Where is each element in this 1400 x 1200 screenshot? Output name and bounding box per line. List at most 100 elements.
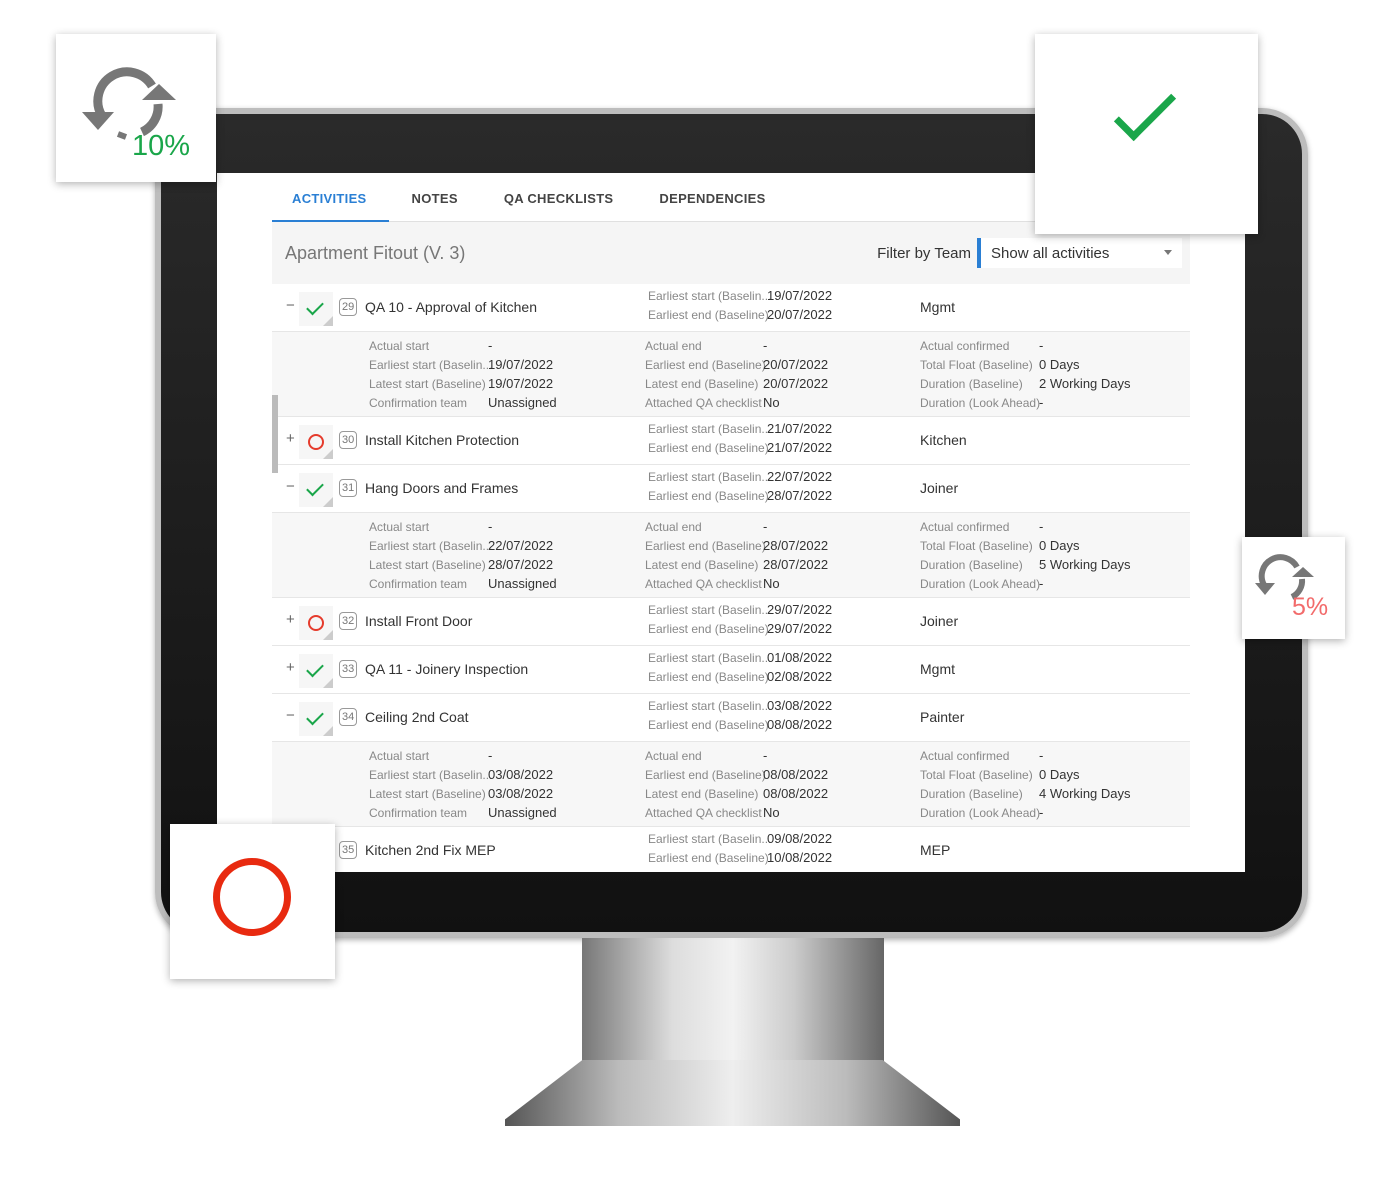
- caret-down-icon: [1164, 250, 1172, 259]
- field-label: Latest start (Baseline): [369, 558, 486, 572]
- status-button[interactable]: [299, 702, 333, 736]
- activity-name: Install Front Door: [365, 613, 473, 629]
- field-label: Latest end (Baseline): [645, 377, 759, 391]
- field-label: Total Float (Baseline): [920, 358, 1033, 372]
- activity-id-badge: 32: [339, 612, 358, 630]
- activity-row[interactable]: + 33 QA 11 - Joinery Inspection Earliest…: [272, 646, 1190, 694]
- field-label: Earliest end (Baseline): [648, 622, 769, 636]
- expand-button[interactable]: +: [286, 430, 295, 447]
- progress-value: 5%: [1292, 593, 1329, 621]
- activity-team: MEP: [920, 842, 951, 858]
- field-label: Confirmation team: [369, 577, 468, 591]
- field-value: 28/07/2022: [763, 557, 829, 572]
- monitor-base: [505, 1060, 960, 1126]
- activity-team: Painter: [920, 709, 965, 725]
- collapse-button[interactable]: −: [286, 297, 295, 314]
- field-value: 29/07/2022: [767, 602, 833, 617]
- collapse-button[interactable]: −: [286, 707, 295, 724]
- field-value: 2 Working Days: [1039, 376, 1131, 391]
- filter-label: Filter by Team: [877, 244, 971, 262]
- tab-qa-checklists[interactable]: QA CHECKLISTS: [481, 173, 637, 222]
- field-label: Earliest end (Baseline): [648, 851, 769, 865]
- field-label: Earliest start (Baselin...: [648, 651, 772, 665]
- activity-detail-panel: Actual start - Earliest start (Baselin... 2…: [272, 513, 1190, 598]
- status-button[interactable]: [299, 292, 333, 326]
- activity-row[interactable]: + 32 Install Front Door Earliest start (…: [272, 598, 1190, 646]
- status-button[interactable]: [299, 606, 333, 640]
- activity-name: Kitchen 2nd Fix MEP: [365, 842, 496, 858]
- activity-name: QA 10 - Approval of Kitchen: [365, 299, 537, 315]
- field-label: Actual end: [645, 749, 702, 763]
- field-value: 08/08/2022: [763, 767, 829, 782]
- activity-detail-panel: Actual start - Earliest start (Baselin... 0…: [272, 742, 1190, 827]
- activity-row[interactable]: − 34 Ceiling 2nd Coat Earliest start (Ba…: [272, 694, 1190, 742]
- activity-row[interactable]: − 29 QA 10 - Approval of Kitchen Earlies…: [272, 284, 1190, 332]
- not-started-card: [170, 824, 335, 979]
- field-label: Actual start: [369, 339, 430, 353]
- field-label: Earliest start (Baselin...: [648, 422, 772, 436]
- check-icon: [306, 297, 324, 316]
- activity-row[interactable]: + 30 Install Kitchen Protection Earliest…: [272, 417, 1190, 465]
- activity-team: Mgmt: [920, 299, 955, 315]
- activity-name: Ceiling 2nd Coat: [365, 709, 469, 725]
- circle-icon: [308, 615, 324, 631]
- field-value: 28/07/2022: [763, 538, 829, 553]
- field-value: 20/07/2022: [763, 376, 829, 391]
- field-label: Actual end: [645, 520, 702, 534]
- team-filter-select[interactable]: Show all activities: [977, 238, 1182, 268]
- field-value: 0 Days: [1039, 767, 1080, 782]
- field-label: Earliest start (Baselin...: [648, 832, 772, 846]
- activity-name: Install Kitchen Protection: [365, 432, 520, 448]
- activity-name: QA 11 - Joinery Inspection: [365, 661, 529, 677]
- progress-value: 10%: [132, 130, 191, 162]
- complete-card: [1035, 34, 1258, 234]
- field-value: 0 Days: [1039, 538, 1080, 553]
- field-value: 09/08/2022: [767, 831, 833, 846]
- field-value: 19/07/2022: [767, 288, 833, 303]
- field-label: Latest start (Baseline): [369, 787, 486, 801]
- field-label: Earliest start (Baselin...: [648, 289, 772, 303]
- field-value: -: [763, 338, 768, 353]
- progress-card-10: 10%: [56, 34, 216, 182]
- circle-icon: [308, 434, 324, 450]
- field-value: 20/07/2022: [767, 307, 833, 322]
- field-label: Actual confirmed: [920, 749, 1010, 763]
- field-label: Attached QA checklist: [645, 806, 762, 820]
- field-label: Confirmation team: [369, 396, 468, 410]
- field-label: Earliest end (Baseline): [645, 539, 766, 553]
- activity-row[interactable]: + 35 Kitchen 2nd Fix MEP Earliest start …: [272, 827, 1190, 872]
- field-value: 5 Working Days: [1039, 557, 1131, 572]
- tab-activities[interactable]: ACTIVITIES: [272, 173, 389, 222]
- field-label: Earliest start (Baselin...: [648, 699, 772, 713]
- filter-value: Show all activities: [991, 244, 1110, 262]
- tab-notes[interactable]: NOTES: [389, 173, 481, 222]
- activity-row[interactable]: − 31 Hang Doors and Frames Earliest star…: [272, 465, 1190, 513]
- status-button[interactable]: [299, 425, 333, 459]
- field-value: 10/08/2022: [767, 850, 833, 865]
- field-value: 20/07/2022: [763, 357, 829, 372]
- field-label: Earliest start (Baselin...: [369, 539, 493, 553]
- status-button[interactable]: [299, 654, 333, 688]
- field-value: 08/08/2022: [763, 786, 829, 801]
- activity-team: Mgmt: [920, 661, 955, 677]
- field-value: 22/07/2022: [767, 469, 833, 484]
- status-button[interactable]: [299, 473, 333, 507]
- field-label: Latest end (Baseline): [645, 787, 759, 801]
- expand-button[interactable]: +: [286, 611, 295, 628]
- collapse-button[interactable]: −: [286, 478, 295, 495]
- checkmark-icon: [1113, 78, 1177, 142]
- field-value: Unassigned: [488, 805, 557, 820]
- field-value: -: [763, 519, 768, 534]
- scrollbar[interactable]: [272, 395, 278, 473]
- app-screen: ACTIVITIES NOTES QA CHECKLISTS DEPENDENCIES…: [217, 173, 1245, 872]
- field-value: -: [488, 338, 493, 353]
- activity-name: Hang Doors and Frames: [365, 480, 519, 496]
- activity-id-badge: 30: [339, 431, 358, 449]
- field-value: 21/07/2022: [767, 421, 833, 436]
- field-label: Earliest end (Baseline): [648, 718, 769, 732]
- activity-team: Joiner: [920, 480, 959, 496]
- field-value: -: [488, 748, 493, 763]
- expand-button[interactable]: +: [286, 659, 295, 676]
- field-value: 28/07/2022: [488, 557, 554, 572]
- tab-dependencies[interactable]: DEPENDENCIES: [636, 173, 788, 222]
